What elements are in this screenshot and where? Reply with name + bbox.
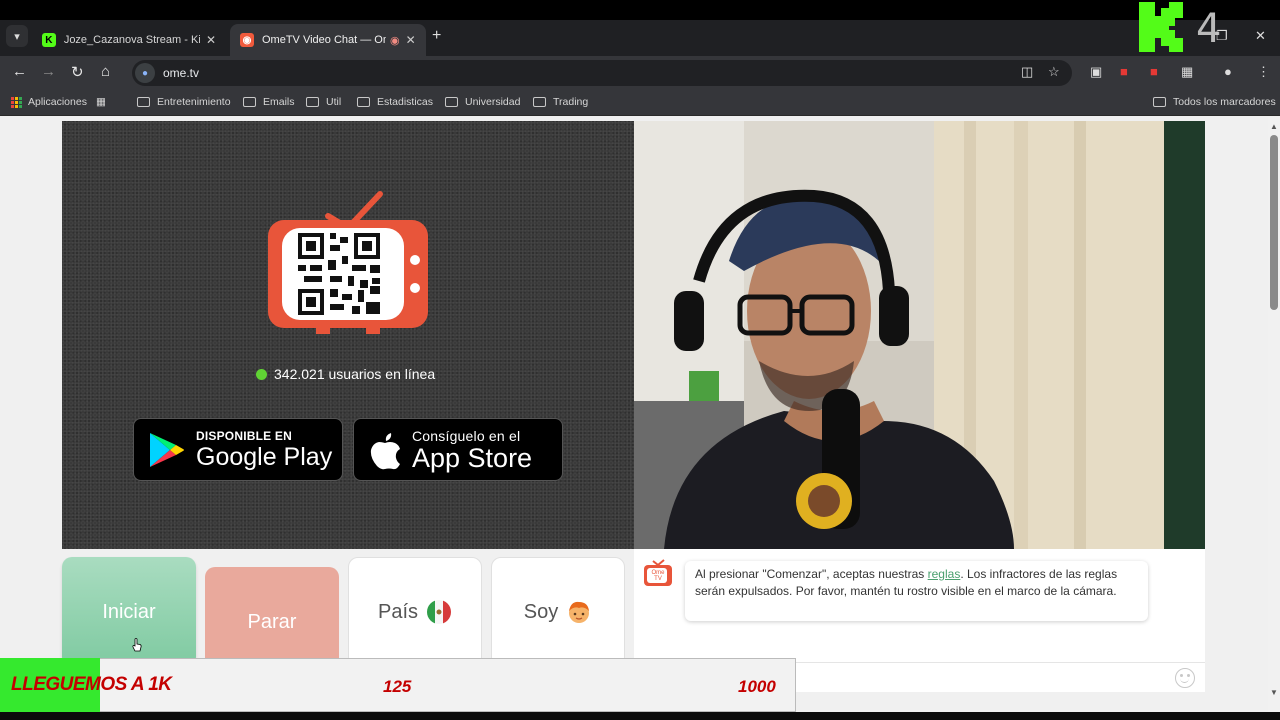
- bottom-strip: [0, 712, 1280, 720]
- webcam-feed-image: [634, 121, 1205, 549]
- bookmark-util[interactable]: Util: [306, 96, 341, 108]
- extension-sy-icon[interactable]: ■: [1150, 64, 1158, 79]
- ometv-qr-tv-icon: [268, 191, 428, 334]
- bookmark-label: Util: [326, 96, 342, 108]
- stop-label: Parar: [247, 610, 297, 633]
- grid-view-icon[interactable]: ▦: [96, 96, 106, 108]
- ometv-favicon-icon: ◉: [240, 33, 254, 47]
- new-tab-button[interactable]: +: [432, 27, 441, 45]
- folder-icon: [357, 97, 370, 107]
- bookmark-trading[interactable]: Trading: [533, 96, 588, 108]
- tab-search-button[interactable]: ▾: [6, 25, 28, 47]
- back-icon[interactable]: ←: [12, 63, 27, 80]
- chevron-down-icon: ▾: [14, 30, 20, 43]
- stranger-video-pane: [62, 121, 634, 549]
- reload-icon[interactable]: ↻: [71, 63, 84, 81]
- online-users: 342.021 usuarios en línea: [256, 366, 435, 382]
- folder-icon: [533, 97, 546, 107]
- bookmark-apps[interactable]: Aplicaciones: [11, 96, 87, 108]
- extension-icon[interactable]: ▣: [1090, 64, 1102, 80]
- bookmark-star-icon[interactable]: ☆: [1048, 64, 1060, 80]
- bookmark-label: Entretenimiento: [157, 96, 231, 108]
- kick-logo-icon: [1139, 2, 1183, 52]
- gender-button[interactable]: Soy: [491, 557, 625, 667]
- address-bar[interactable]: ● ome.tv: [132, 60, 1072, 86]
- system-message-bubble: Al presionar "Comenzar", aceptas nuestra…: [685, 561, 1148, 621]
- bookmark-entretenimiento[interactable]: Entretenimiento: [137, 96, 231, 108]
- emoji-icon[interactable]: [1175, 668, 1195, 688]
- google-play-button[interactable]: DISPONIBLE EN Google Play: [133, 418, 343, 481]
- chat-logo-text: Ome TV: [651, 570, 665, 582]
- folder-icon: [445, 97, 458, 107]
- start-label: Iniciar: [102, 600, 156, 623]
- close-icon[interactable]: ✕: [406, 33, 416, 47]
- tab-title: Joze_Cazanova Stream - Kick Dev: [63, 34, 200, 46]
- stream-goal-current: 125: [383, 677, 412, 696]
- bookmark-estadisticas[interactable]: Estadisticas: [357, 96, 433, 108]
- bookmark-emails[interactable]: Emails: [243, 96, 295, 108]
- stream-goal-target: 1000: [738, 677, 776, 696]
- extensions-puzzle-icon[interactable]: ▦: [1181, 64, 1193, 80]
- apple-icon: [370, 432, 400, 469]
- bookmark-label: Todos los marcadores: [1173, 96, 1276, 108]
- menu-kebab-icon[interactable]: ⋮: [1257, 64, 1270, 80]
- app-store-button[interactable]: Consíguelo en el App Store: [353, 418, 563, 481]
- system-message-text: Al presionar "Comenzar", aceptas nuestra…: [695, 567, 928, 581]
- folder-icon: [306, 97, 319, 107]
- bookmark-label: Aplicaciones: [28, 96, 87, 108]
- online-count: 342.021 usuarios en línea: [274, 366, 436, 382]
- mexico-flag-icon: [427, 600, 452, 624]
- scroll-thumb[interactable]: [1270, 135, 1278, 310]
- cast-icon[interactable]: ◫: [1021, 64, 1033, 80]
- bookmark-label: Estadisticas: [377, 96, 434, 108]
- top-black-bar: [0, 0, 1280, 20]
- bookmark-all[interactable]: Todos los marcadores: [1153, 96, 1276, 108]
- tab-ometv[interactable]: ◉ OmeTV Video Chat — Omegle ◉ ✕: [230, 24, 426, 56]
- close-window-icon[interactable]: ✕: [1255, 28, 1266, 44]
- tab-title: OmeTV Video Chat — Omegle: [262, 34, 386, 46]
- apps-icon: [11, 96, 22, 108]
- folder-icon: [1153, 97, 1166, 107]
- bookmark-label: Universidad: [465, 96, 521, 108]
- stream-goal-label: LLEGUEMOS A 1K: [11, 674, 172, 695]
- gender-label: Soy: [523, 600, 559, 623]
- bookmark-label: Emails: [263, 96, 295, 108]
- home-icon[interactable]: ⌂: [101, 63, 110, 80]
- bookmark-label: Trading: [553, 96, 589, 108]
- tab-kick[interactable]: K Joze_Cazanova Stream - Kick Dev ✕: [32, 24, 226, 56]
- site-info-icon[interactable]: ●: [135, 63, 155, 83]
- extension-red-icon[interactable]: ■: [1120, 64, 1128, 79]
- google-play-small: DISPONIBLE EN: [196, 428, 292, 443]
- webcam-video-pane: [634, 121, 1205, 549]
- folder-icon: [137, 97, 150, 107]
- scroll-down-icon[interactable]: ▼: [1270, 688, 1278, 697]
- close-icon[interactable]: ✕: [206, 33, 216, 47]
- profile-avatar-icon[interactable]: ●: [1224, 64, 1232, 79]
- app-store-small: Consíguelo en el: [412, 427, 521, 444]
- restore-window-icon[interactable]: ❐: [1216, 28, 1228, 44]
- online-dot-icon: [256, 368, 267, 380]
- url-text: ome.tv: [163, 66, 200, 80]
- google-play-icon: [150, 432, 184, 467]
- google-play-big: Google Play: [196, 442, 333, 471]
- country-button[interactable]: País: [348, 557, 482, 667]
- forward-icon[interactable]: →: [41, 63, 56, 80]
- kick-favicon-icon: K: [42, 33, 56, 47]
- app-store-big: App Store: [412, 442, 533, 473]
- country-label: País: [377, 600, 419, 623]
- rules-link[interactable]: reglas: [928, 567, 961, 581]
- scroll-up-icon[interactable]: ▲: [1270, 122, 1278, 131]
- folder-icon: [243, 97, 256, 107]
- start-button[interactable]: Iniciar: [62, 557, 196, 667]
- hand-cursor-icon: [132, 638, 142, 652]
- boy-emoji-icon: [569, 601, 590, 623]
- bookmark-universidad[interactable]: Universidad: [445, 96, 520, 108]
- recording-icon: ◉: [390, 34, 400, 47]
